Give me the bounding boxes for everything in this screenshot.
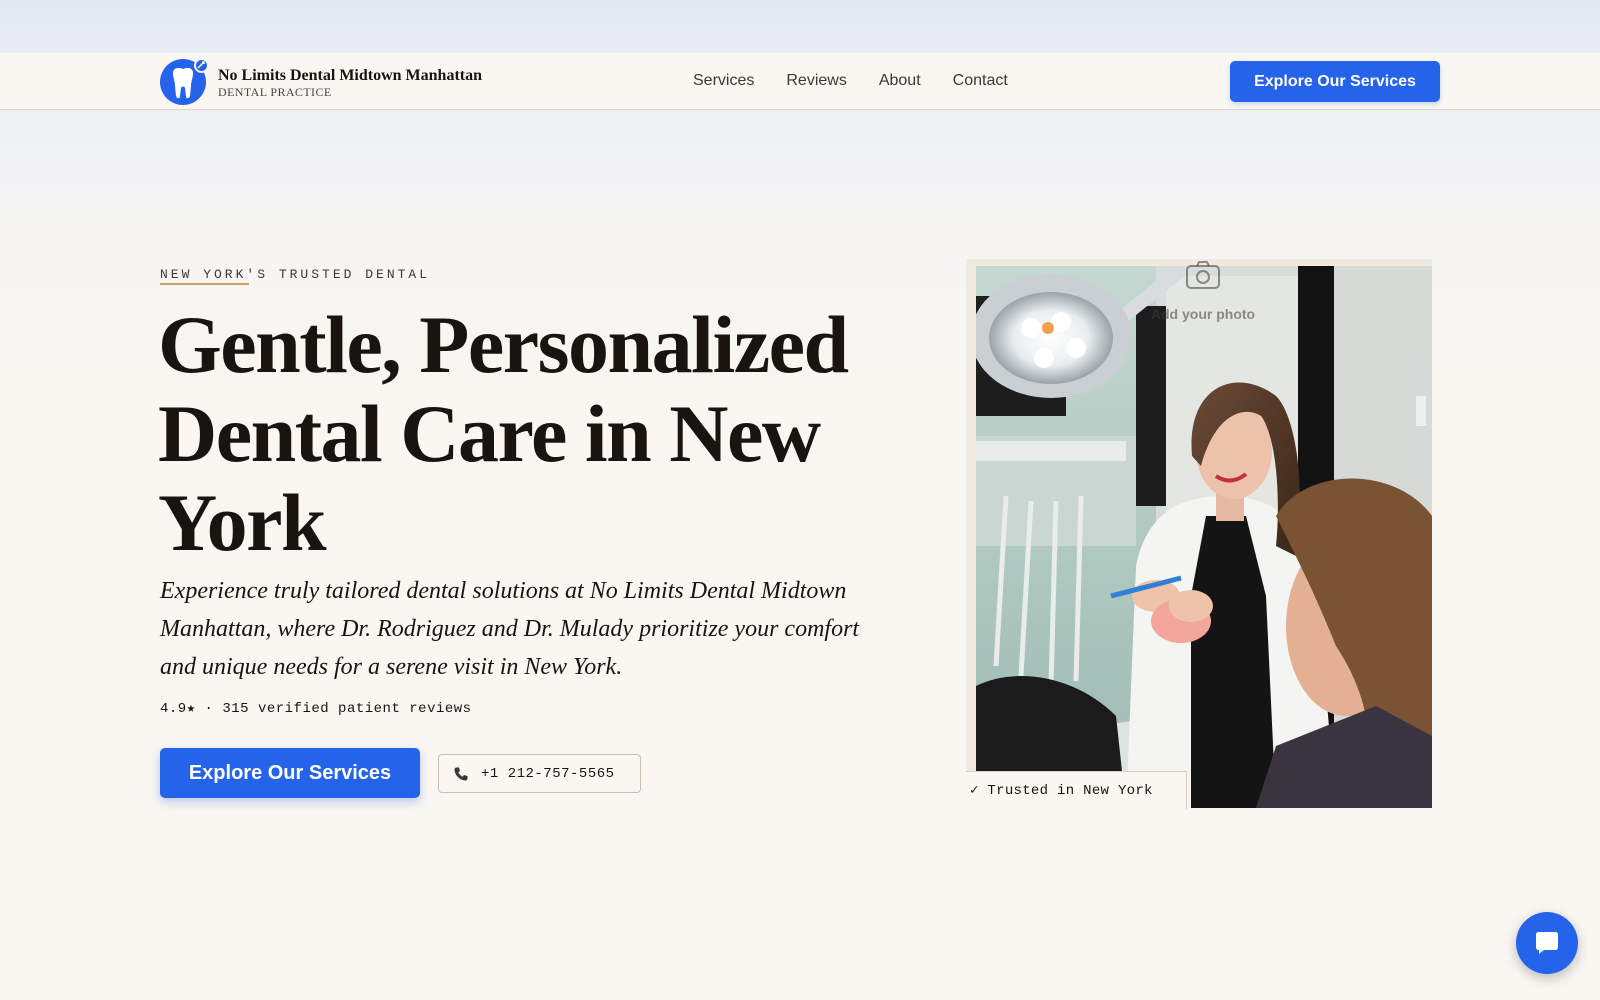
- brand-home-link[interactable]: No Limits Dental Midtown Manhattan DENTA…: [160, 58, 482, 105]
- phone-icon: [454, 767, 468, 780]
- hero-photo: [976, 266, 1432, 808]
- brand-text: No Limits Dental Midtown Manhattan DENTA…: [218, 66, 482, 99]
- site-header: No Limits Dental Midtown Manhattan DENTA…: [0, 53, 1600, 110]
- trusted-badge: ✓ Trusted in New York: [966, 771, 1187, 809]
- rating-summary: 4.9★ · 315 verified patient reviews: [160, 701, 472, 717]
- main-nav: Services Reviews About Contact: [693, 71, 1040, 91]
- hero-title: Gentle, Personalized Dental Care in New …: [158, 299, 849, 568]
- nav-link-contact[interactable]: Contact: [953, 71, 1008, 91]
- hero-eyebrow: NEW YORK'S TRUSTED DENTAL: [160, 267, 431, 282]
- chat-button[interactable]: [1516, 912, 1578, 974]
- camera-icon[interactable]: [1185, 260, 1221, 290]
- brand-subtitle: DENTAL PRACTICE: [218, 84, 332, 99]
- nav-link-about[interactable]: About: [879, 71, 921, 91]
- sparkle-badge-icon: [194, 58, 209, 73]
- eyebrow-underline: [160, 283, 249, 285]
- header-explore-services-button[interactable]: Explore Our Services: [1230, 61, 1440, 102]
- chat-icon: [1536, 932, 1558, 954]
- add-photo-label[interactable]: Add your photo: [1148, 306, 1258, 322]
- hero-explore-services-button[interactable]: Explore Our Services: [160, 748, 420, 798]
- phone-call-button[interactable]: +1 212-757-5565: [438, 754, 641, 793]
- nav-link-reviews[interactable]: Reviews: [786, 71, 846, 91]
- nav-link-services[interactable]: Services: [693, 71, 754, 91]
- tooth-icon: [160, 58, 209, 105]
- brand-name: No Limits Dental Midtown Manhattan: [218, 66, 483, 84]
- hero-subtitle: Experience truly tailored dental solutio…: [160, 578, 860, 680]
- phone-number: +1 212-757-5565: [481, 765, 615, 782]
